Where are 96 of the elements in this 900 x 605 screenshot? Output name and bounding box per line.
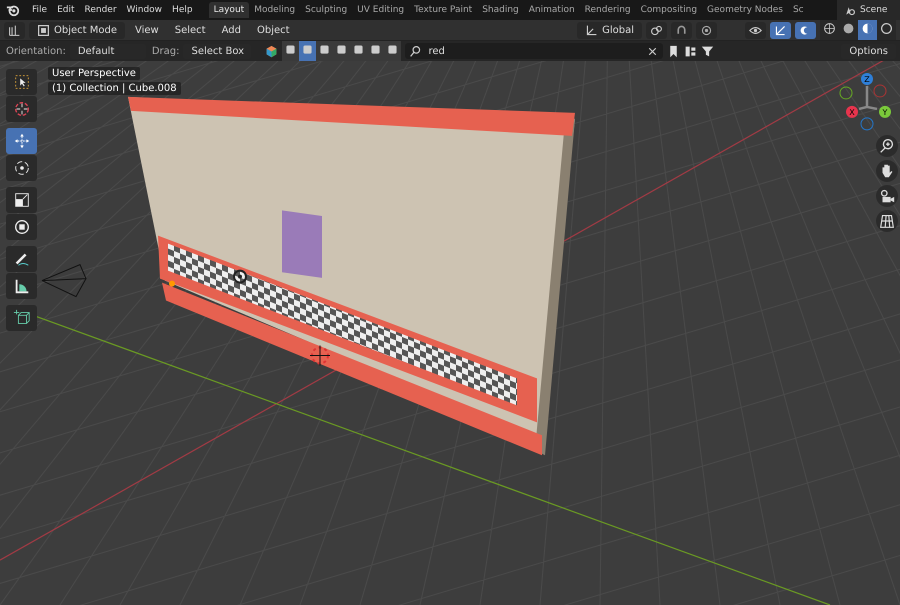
workspace-tab[interactable]: Geometry Nodes	[702, 2, 788, 18]
pan-button[interactable]	[876, 160, 898, 182]
camera-drawing	[42, 264, 87, 298]
gizmo-toggle[interactable]	[770, 22, 791, 38]
workspace-tab[interactable]: Rendering	[580, 2, 636, 18]
pivot-button[interactable]	[646, 22, 667, 38]
vertex-dot	[169, 280, 175, 287]
material-sphere-icon	[861, 22, 874, 35]
3d-cursor-icon	[310, 344, 330, 366]
menu-item[interactable]: Render	[80, 5, 121, 15]
axes-icon	[585, 24, 598, 36]
rendered-sphere-icon	[880, 22, 893, 35]
filter-toggle[interactable]	[299, 41, 316, 61]
workspace-tab[interactable]: Sculpting	[300, 2, 352, 18]
scale-icon	[12, 191, 30, 209]
filter-icon	[701, 44, 714, 58]
workspace-tab[interactable]: Modeling	[249, 2, 300, 18]
ruler-icon	[12, 277, 30, 295]
solid-sphere-icon	[842, 22, 855, 35]
move-arrows-icon	[12, 132, 30, 150]
menu-item[interactable]: File	[28, 5, 52, 15]
proportional-button[interactable]	[696, 22, 717, 38]
tool-button[interactable]	[6, 69, 37, 95]
grid-view-button[interactable]	[876, 210, 898, 232]
orientation-label: Orientation:	[5, 46, 66, 56]
select-box-icon	[12, 73, 30, 91]
workspace-tab[interactable]: Compositing	[636, 2, 702, 18]
grid-icon	[878, 212, 896, 230]
scene-name: Scene	[860, 5, 888, 15]
gizmo-icon	[774, 24, 787, 36]
visibility-button[interactable]	[745, 22, 766, 38]
rounded-square-icon	[369, 43, 382, 56]
crosshair-icon	[12, 100, 30, 118]
search-field[interactable]: red	[405, 43, 664, 59]
camera-icon	[878, 187, 896, 205]
shading-mode-button[interactable]	[858, 20, 877, 40]
search-icon	[409, 44, 422, 58]
axis-handle[interactable]	[840, 86, 852, 100]
menu-item[interactable]: Edit	[53, 5, 78, 15]
poster-placeholder	[282, 210, 322, 278]
shading-mode-button[interactable]	[877, 20, 896, 40]
camera-button[interactable]	[876, 185, 898, 207]
tool-button[interactable]	[6, 155, 37, 181]
tool-button[interactable]	[6, 273, 37, 299]
menu-item[interactable]: Select	[168, 24, 212, 36]
magnifier-plus-icon	[878, 137, 896, 155]
link-icon	[650, 24, 663, 36]
rounded-square-icon	[318, 43, 332, 56]
rounded-square-icon	[335, 43, 348, 56]
editor-type-button[interactable]	[4, 22, 25, 38]
workspace-tab[interactable]: Sc	[788, 2, 809, 18]
object-mode-icon	[37, 24, 50, 36]
mode-dropdown[interactable]: Object Mode	[29, 22, 125, 38]
menu-item[interactable]: View	[129, 24, 165, 36]
axes-icon	[8, 24, 21, 36]
tool-button[interactable]	[6, 246, 37, 272]
overlay-icon	[799, 24, 812, 36]
rounded-square-icon	[301, 43, 314, 56]
blender-logo-icon[interactable]	[6, 3, 20, 17]
workspace-tab[interactable]: Shading	[477, 2, 524, 18]
wireframe-globe-icon	[823, 22, 836, 35]
hierarchy-icon	[684, 44, 698, 58]
scene-selector[interactable]: Scene	[837, 0, 900, 20]
workspace-tab[interactable]: Layout	[208, 2, 250, 18]
transform-icon	[12, 218, 30, 236]
workspace-tab[interactable]: Texture Paint	[409, 2, 478, 18]
shading-mode-button[interactable]	[820, 20, 839, 40]
view-name: User Perspective	[48, 67, 140, 80]
add-cube-icon	[12, 309, 30, 327]
tool-button[interactable]	[6, 305, 37, 331]
tool-button[interactable]	[6, 214, 37, 240]
zoom-button[interactable]	[876, 135, 898, 157]
axis-handle[interactable]	[874, 84, 886, 98]
rounded-square-icon	[284, 43, 298, 56]
overlay-toggle[interactable]	[795, 22, 816, 38]
collection-info: (1) Collection | Cube.008	[48, 82, 181, 95]
rotate-icon	[12, 159, 30, 177]
snap-button[interactable]	[671, 22, 692, 38]
menu-item[interactable]: Help	[168, 5, 197, 15]
circle-dot-icon	[700, 24, 713, 36]
axis-lines	[858, 84, 878, 110]
drag-label: Drag:	[150, 46, 180, 56]
tool-button[interactable]	[6, 187, 37, 213]
workspace-tab[interactable]: Animation	[524, 2, 580, 18]
object-origin-icon	[233, 270, 247, 284]
menu-item[interactable]: Add	[216, 24, 247, 36]
color-cube-icon	[265, 44, 278, 58]
axis-handle[interactable]	[860, 117, 874, 130]
menu-item[interactable]: Window	[122, 5, 166, 15]
workspace-tab[interactable]: UV Editing	[352, 2, 410, 18]
rounded-square-icon	[352, 43, 366, 56]
orientation-dropdown[interactable]: Global	[577, 22, 642, 38]
magnet-icon	[675, 24, 688, 36]
filter-toggle[interactable]	[282, 41, 300, 61]
menu-item[interactable]: Object	[250, 24, 296, 36]
rounded-square-icon	[386, 43, 400, 56]
